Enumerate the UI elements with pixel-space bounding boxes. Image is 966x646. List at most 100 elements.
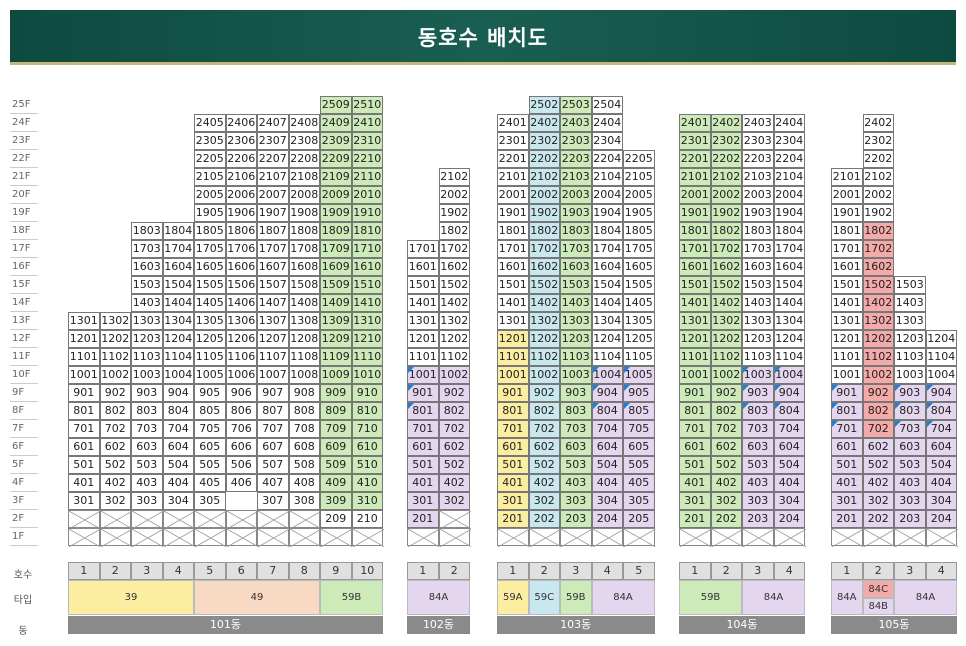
unit-cell: 407 — [257, 474, 289, 492]
unit-cell: 403 — [742, 474, 774, 492]
unit-cell: 1010 — [351, 366, 383, 384]
empty-unit — [162, 510, 195, 529]
unit-cell: 901 — [497, 384, 529, 402]
unit-cell: 1804 — [773, 222, 805, 240]
unit-cell: 601 — [679, 438, 711, 456]
unit-cell: 2304 — [773, 132, 805, 150]
unit-cell: 204 — [925, 510, 957, 528]
unit-cell: 1103 — [742, 348, 774, 366]
unit-cell: 1701 — [679, 240, 711, 258]
unit-cell: 308 — [288, 492, 320, 510]
unit-cell: 1801 — [679, 222, 711, 240]
unit-cell: 1206 — [225, 330, 257, 348]
empty-unit — [288, 510, 321, 529]
unit-cell: 908 — [288, 384, 320, 402]
unit-cell: 1901 — [679, 204, 711, 222]
unit-cell: 510 — [351, 456, 383, 474]
unit-cell: 1002 — [862, 366, 894, 384]
floor-label: 25F — [10, 96, 38, 114]
unit-cell: 1703 — [560, 240, 592, 258]
unit-cell: 1503 — [131, 276, 163, 294]
unit-cell: 802 — [528, 402, 560, 420]
unit-cell: 906 — [225, 384, 257, 402]
unit-type: 59C — [528, 580, 560, 615]
unit-cell: 2005 — [623, 186, 655, 204]
unit-cell: 2403 — [742, 114, 774, 132]
floor-label: 22F — [10, 150, 38, 168]
unit-cell: 210 — [351, 510, 383, 528]
unit-cell: 1108 — [288, 348, 320, 366]
unit-cell: 602 — [710, 438, 742, 456]
unit-cell: 1308 — [288, 312, 320, 330]
unit-cell: 408 — [288, 474, 320, 492]
unit-cell: 1403 — [742, 294, 774, 312]
unit-cell: 1901 — [831, 204, 863, 222]
unit-cell: 1102 — [438, 348, 470, 366]
unit-cell: 1301 — [407, 312, 439, 330]
unit-cell: 403 — [560, 474, 592, 492]
floor-label: 10F — [10, 366, 38, 384]
unit-cell: 1906 — [225, 204, 257, 222]
unit-cell: 709 — [320, 420, 352, 438]
unit-cell: 2404 — [773, 114, 805, 132]
floor-label: 5F — [10, 456, 38, 474]
unit-cell: 501 — [407, 456, 439, 474]
unit-cell: 1605 — [623, 258, 655, 276]
unit-cell: 2002 — [528, 186, 560, 204]
unit-cell: 502 — [438, 456, 470, 474]
unit-cell: 2302 — [710, 132, 742, 150]
unit-cell: 502 — [99, 456, 131, 474]
unit-cell: 2201 — [497, 150, 529, 168]
unit-cell: 203 — [742, 510, 774, 528]
unit-cell: 1204 — [773, 330, 805, 348]
unit-cell: 401 — [68, 474, 100, 492]
unit-cell: 603 — [894, 438, 926, 456]
unit-cell: 705 — [623, 420, 655, 438]
unit-cell: 2010 — [351, 186, 383, 204]
unit-cell: 2001 — [831, 186, 863, 204]
unit-cell: 910 — [351, 384, 383, 402]
pilotis-cell — [351, 528, 384, 547]
unit-cell: 2410 — [351, 114, 383, 132]
unit-cell: 203 — [894, 510, 926, 528]
unit-cell: 1502 — [528, 276, 560, 294]
unit-cell: 1801 — [831, 222, 863, 240]
unit-cell: 302 — [862, 492, 894, 510]
line-number: 2 — [99, 562, 131, 580]
unit-cell: 2402 — [710, 114, 742, 132]
pilotis-cell — [679, 528, 712, 547]
unit-cell: 1609 — [320, 258, 352, 276]
unit-cell: 1410 — [351, 294, 383, 312]
floor-label: 18F — [10, 222, 38, 240]
unit-cell: 1205 — [623, 330, 655, 348]
unit-cell: 702 — [528, 420, 560, 438]
unit-cell: 509 — [320, 456, 352, 474]
line-number: 1 — [831, 562, 863, 580]
unit-cell: 702 — [862, 420, 894, 438]
unit-cell: 508 — [288, 456, 320, 474]
unit-cell: 1005 — [623, 366, 655, 384]
unit-cell: 1001 — [497, 366, 529, 384]
unit-cell: 701 — [68, 420, 100, 438]
pilotis-cell — [497, 528, 530, 547]
unit-cell: 1205 — [194, 330, 226, 348]
unit-cell: 502 — [710, 456, 742, 474]
unit-cell: 802 — [438, 402, 470, 420]
unit-cell: 1502 — [862, 276, 894, 294]
unit-cell: 703 — [131, 420, 163, 438]
unit-cell: 1504 — [773, 276, 805, 294]
unit-cell: 1807 — [257, 222, 289, 240]
line-number: 4 — [162, 562, 194, 580]
unit-cell: 1701 — [407, 240, 439, 258]
unit-cell: 504 — [925, 456, 957, 474]
unit-cell: 2204 — [591, 150, 623, 168]
unit-cell: 701 — [497, 420, 529, 438]
unit-cell: 2202 — [528, 150, 560, 168]
floor-label: 8F — [10, 402, 38, 420]
unit-cell: 1503 — [894, 276, 926, 294]
unit-cell: 804 — [591, 402, 623, 420]
unit-cell: 1307 — [257, 312, 289, 330]
unit-cell: 2101 — [679, 168, 711, 186]
unit-cell: 1202 — [862, 330, 894, 348]
unit-cell: 1908 — [288, 204, 320, 222]
